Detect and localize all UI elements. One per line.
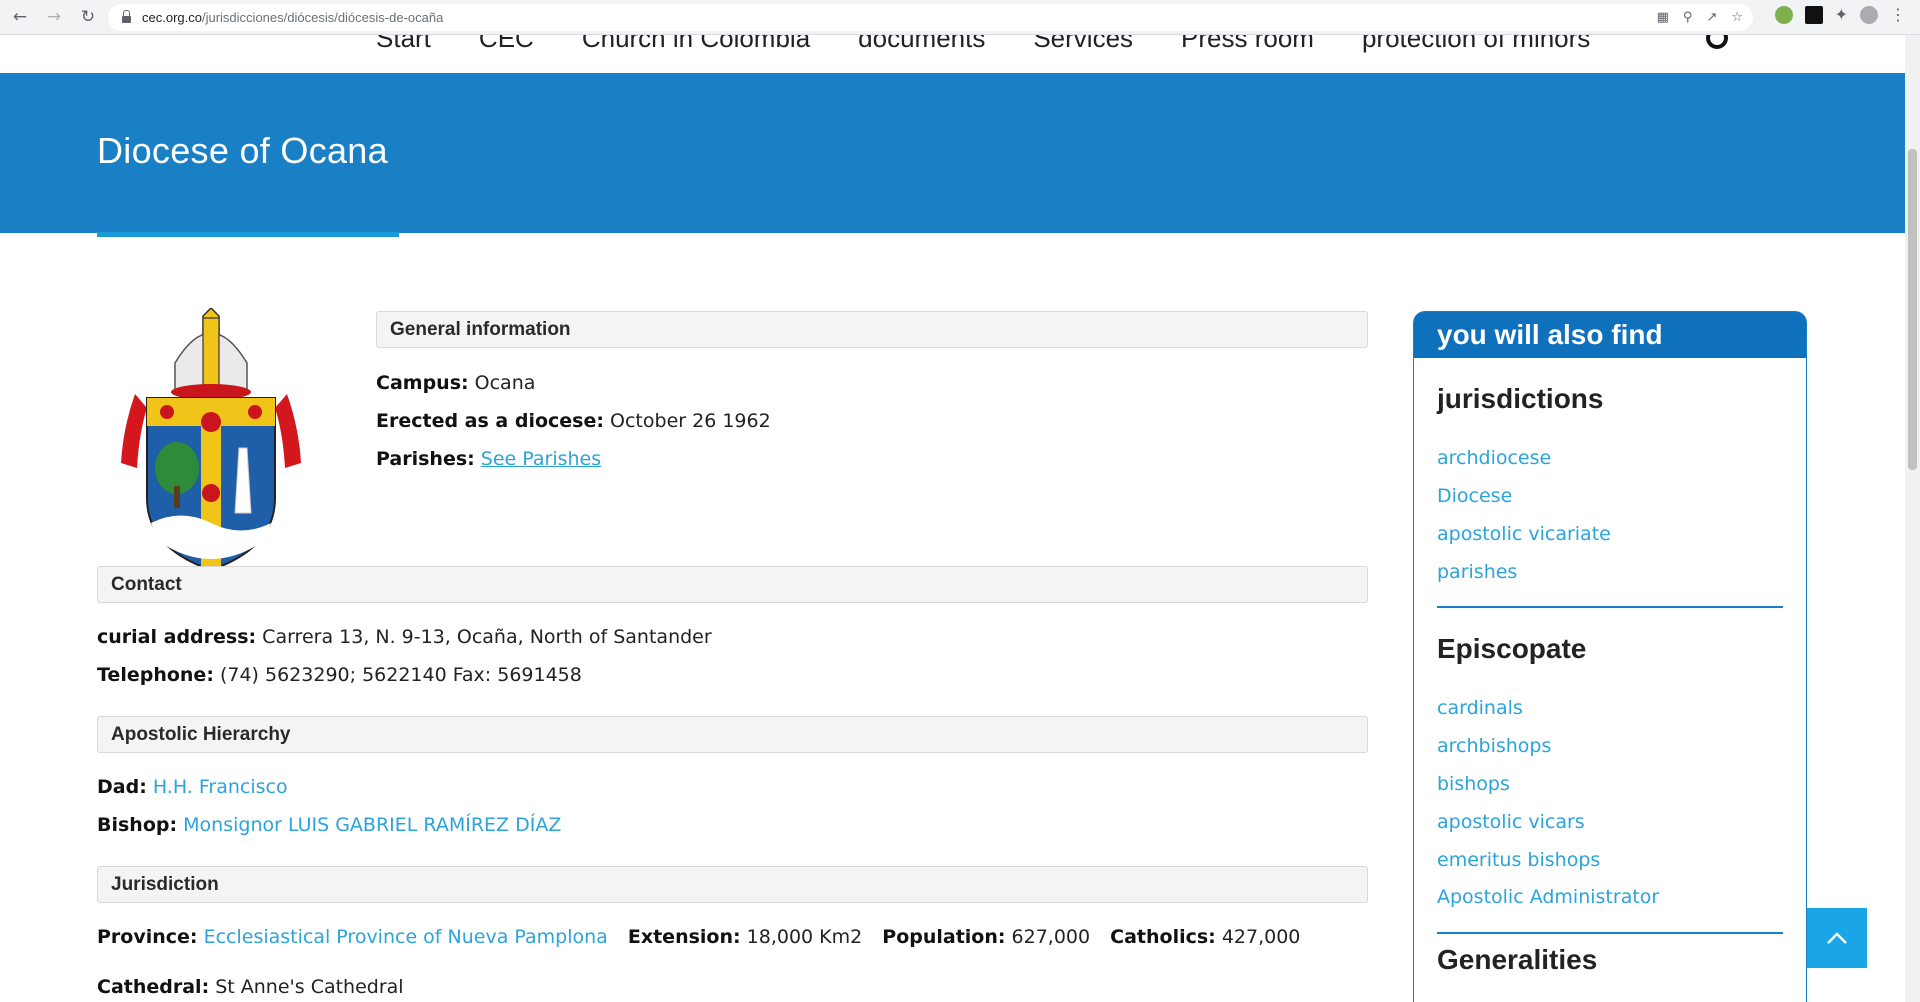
campus-row: Campus: Ocana bbox=[376, 372, 536, 394]
sidebar-link-apostolic-vicariate[interactable]: apostolic vicariate bbox=[1437, 523, 1611, 545]
sidebar-heading: you will also find bbox=[1414, 312, 1806, 358]
extension-dark-icon[interactable] bbox=[1804, 5, 1823, 24]
pope-link[interactable]: H.H. Francisco bbox=[153, 776, 288, 798]
forward-icon[interactable]: → bbox=[40, 3, 68, 31]
profile-avatar-icon[interactable] bbox=[1860, 5, 1878, 24]
address-row: curial address: Carrera 13, N. 9-13, Oca… bbox=[97, 626, 712, 648]
address-bar[interactable]: cec.org.co/jurisdicciones/diócesis/dióce… bbox=[108, 4, 1753, 31]
extension-globe-icon[interactable] bbox=[1774, 5, 1793, 24]
nav-item-start[interactable]: Start bbox=[376, 35, 431, 54]
pope-row: Dad: H.H. Francisco bbox=[97, 776, 288, 798]
nav-item-documents[interactable]: documents bbox=[858, 35, 985, 54]
sidebar-episcopate-title: Episcopate bbox=[1437, 633, 1587, 664]
lock-icon[interactable] bbox=[122, 10, 131, 23]
province-link[interactable]: Ecclesiastical Province of Nueva Pamplon… bbox=[204, 926, 608, 948]
sidebar-link-archbishops[interactable]: archbishops bbox=[1437, 735, 1551, 757]
chevron-up-icon bbox=[1827, 932, 1847, 944]
diocese-coat-of-arms bbox=[121, 308, 301, 568]
sidebar-link-apostolic-vicars[interactable]: apostolic vicars bbox=[1437, 811, 1585, 833]
nav-item-cec[interactable]: CEC bbox=[479, 35, 534, 54]
phone-row: Telephone: (74) 5623290; 5622140 Fax: 56… bbox=[97, 664, 582, 686]
back-to-top-button[interactable] bbox=[1807, 908, 1867, 968]
scrollbar-thumb[interactable] bbox=[1908, 149, 1917, 470]
site-nav: Start CEC Church in Colombia documents S… bbox=[0, 35, 1905, 73]
bishop-row: Bishop: Monsignor LUIS GABRIEL RAMÍREZ D… bbox=[97, 814, 562, 836]
search-icon[interactable] bbox=[1706, 35, 1728, 49]
section-general-info: General information bbox=[376, 311, 1368, 348]
sidebar-divider bbox=[1437, 932, 1783, 934]
sidebar-divider bbox=[1437, 606, 1783, 608]
page-hero: Diocese of Ocana bbox=[0, 73, 1905, 233]
sidebar-link-cardinals[interactable]: cardinals bbox=[1437, 697, 1523, 719]
sidebar-link-parishes[interactable]: parishes bbox=[1437, 561, 1517, 583]
bookmark-star-icon[interactable]: ☆ bbox=[1731, 10, 1743, 25]
browser-toolbar: ← → ↻ cec.org.co/jurisdicciones/diócesis… bbox=[0, 0, 1920, 35]
sidebar-also-find: you will also find jurisdictions archdio… bbox=[1413, 311, 1807, 1002]
nav-item-protection-of-minors[interactable]: protection of minors bbox=[1362, 35, 1590, 54]
bishop-link[interactable]: Monsignor LUIS GABRIEL RAMÍREZ DÍAZ bbox=[183, 814, 561, 836]
menu-dots-icon[interactable]: ⋮ bbox=[1890, 5, 1906, 24]
sidebar-jurisdictions-title: jurisdictions bbox=[1437, 383, 1604, 414]
extensions-puzzle-icon[interactable]: ✦ bbox=[1835, 5, 1848, 24]
sidebar-generalities-title: Generalities bbox=[1437, 944, 1598, 975]
jurisdiction-stats-row: Province: Ecclesiastical Province of Nue… bbox=[97, 926, 1301, 948]
section-jurisdiction: Jurisdiction bbox=[97, 866, 1368, 903]
nav-item-services[interactable]: Services bbox=[1033, 35, 1133, 54]
section-hierarchy: Apostolic Hierarchy bbox=[97, 716, 1368, 753]
parishes-row: Parishes: See Parishes bbox=[376, 448, 602, 470]
sidebar-link-emeritus-bishops[interactable]: emeritus bishops bbox=[1437, 849, 1600, 871]
zoom-icon[interactable]: ⚲ bbox=[1683, 10, 1693, 25]
share-icon[interactable]: ↗ bbox=[1706, 10, 1717, 25]
translate-icon[interactable]: ▦ bbox=[1657, 10, 1669, 25]
page-title: Diocese of Ocana bbox=[97, 130, 388, 171]
section-contact: Contact bbox=[97, 566, 1368, 603]
nav-list: Start CEC Church in Colombia documents S… bbox=[376, 35, 1638, 54]
nav-item-church-in-colombia[interactable]: Church in Colombia bbox=[582, 35, 810, 54]
reload-icon[interactable]: ↻ bbox=[74, 3, 102, 31]
sidebar-link-apostolic-administrator[interactable]: Apostolic Administrator bbox=[1437, 886, 1659, 908]
see-parishes-link[interactable]: See Parishes bbox=[481, 448, 601, 470]
title-underline bbox=[97, 232, 399, 237]
erected-row: Erected as a diocese: October 26 1962 bbox=[376, 410, 771, 432]
sidebar-link-archdiocese[interactable]: archdiocese bbox=[1437, 447, 1551, 469]
back-icon[interactable]: ← bbox=[6, 3, 34, 31]
url-text[interactable]: cec.org.co/jurisdicciones/diócesis/dióce… bbox=[142, 10, 443, 25]
cathedral-row: Cathedral: St Anne's Cathedral bbox=[97, 976, 404, 998]
sidebar-link-diocese[interactable]: Diocese bbox=[1437, 485, 1512, 507]
nav-item-press-room[interactable]: Press room bbox=[1181, 35, 1314, 54]
sidebar-link-bishops[interactable]: bishops bbox=[1437, 773, 1510, 795]
page-scrollbar[interactable] bbox=[1905, 35, 1920, 1002]
